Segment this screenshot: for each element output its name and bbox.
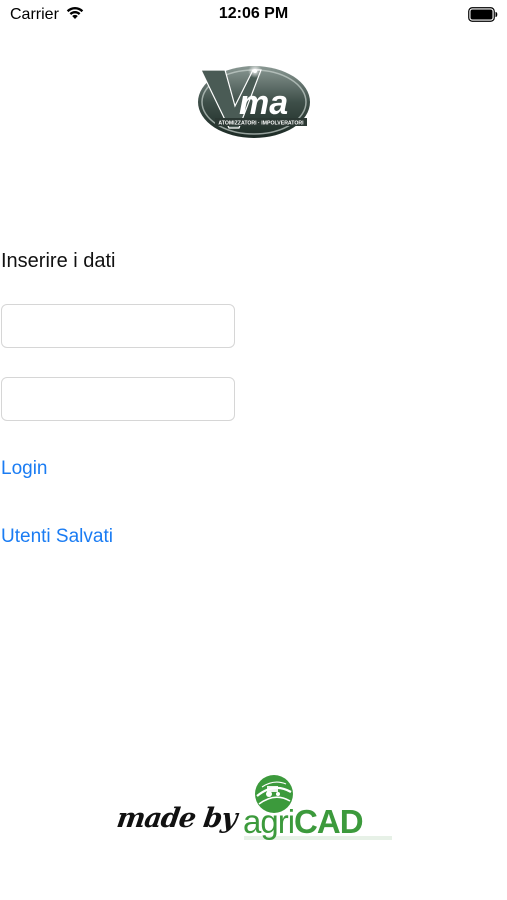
status-time: 12:06 PM xyxy=(218,5,289,22)
password-field[interactable] xyxy=(1,377,235,421)
status-bar: Carrier 12:06 PM xyxy=(0,0,507,30)
saved-users-button[interactable]: Utenti Salvati xyxy=(1,526,113,548)
login-screen: Carrier 12:06 PM ma ATOMIZZATORI · IMPOL… xyxy=(0,0,507,900)
vma-wordmark: ma xyxy=(239,84,288,122)
agricad-logo: agriCAD xyxy=(240,774,395,846)
agricad-agri-text: agri xyxy=(243,803,295,840)
form-title: Inserire i dati xyxy=(1,250,116,272)
username-field[interactable] xyxy=(1,304,235,348)
battery-full-icon xyxy=(468,7,498,22)
agricad-wordmark: agriCAD xyxy=(243,802,364,842)
vma-tagline: ATOMIZZATORI · IMPOLVERATORI xyxy=(218,121,304,127)
vma-logo: ma ATOMIZZATORI · IMPOLVERATORI xyxy=(195,62,313,142)
login-button[interactable]: Login xyxy=(1,458,48,480)
made-by-label: made by xyxy=(114,803,239,834)
agricad-cad-text: CAD xyxy=(294,803,363,840)
